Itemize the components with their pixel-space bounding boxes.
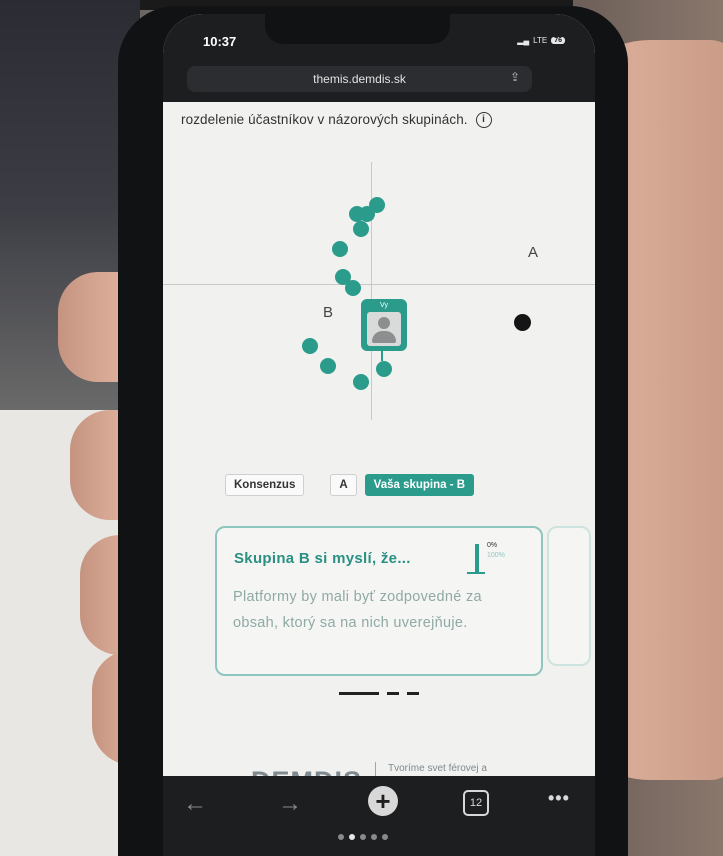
back-arrow-icon[interactable]: ←	[183, 790, 207, 818]
statement-card[interactable]: Skupina B si myslí, že... 0% 100% Platfo…	[215, 526, 543, 676]
participant-dot	[353, 374, 369, 390]
participant-dot	[353, 221, 369, 237]
status-time: 10:37	[203, 34, 237, 49]
page-dot	[338, 834, 344, 840]
statement-card-body: Platformy by mali byť zodpovedné za obsa…	[233, 589, 482, 631]
avatar-label: Vy	[380, 302, 388, 309]
browser-toolbar: ← → + 12 •••	[163, 776, 595, 856]
card-pager	[339, 692, 419, 695]
agreement-gauge-bar	[475, 544, 479, 574]
page-content: rozdelenie účastníkov v názorových skupi…	[163, 102, 595, 796]
user-icon-head	[378, 317, 390, 329]
participant-dot	[320, 358, 336, 374]
tab-consensus[interactable]: Konsenzus	[225, 474, 305, 496]
tabs-count-button[interactable]: 12	[463, 790, 489, 816]
tab-your-group-b[interactable]: Vaša skupina - B	[364, 474, 475, 496]
page-indicator-dots	[338, 834, 388, 840]
page-dot	[371, 834, 377, 840]
more-menu-icon[interactable]: •••	[548, 788, 570, 809]
page-title-text: rozdelenie účastníkov v názorových skupi…	[181, 112, 468, 127]
participant-dot	[376, 361, 392, 377]
tab-group-a[interactable]: A	[330, 474, 357, 496]
page-title: rozdelenie účastníkov v názorových skupi…	[181, 112, 492, 129]
group-b-label: B	[323, 304, 334, 321]
next-statement-card[interactable]	[547, 526, 591, 666]
avatar-pointer	[381, 347, 383, 361]
phone-notch	[265, 14, 450, 44]
group-a-label: A	[528, 244, 539, 261]
phone-screen: 10:37 ▂▄ LTE 76 ⧉ themis.demdis.sk ⇪ roz…	[163, 14, 595, 856]
signal-icon: ▂▄	[517, 36, 530, 45]
user-icon-body	[372, 331, 396, 343]
participant-dot	[302, 338, 318, 354]
pager-item[interactable]	[387, 692, 399, 695]
page-dot	[382, 834, 388, 840]
group-tabs: Konsenzus A Vaša skupina - B	[225, 474, 475, 496]
forward-arrow-icon[interactable]: →	[278, 790, 302, 818]
your-position-avatar[interactable]: Vy	[361, 299, 407, 351]
new-tab-plus-icon[interactable]: +	[368, 786, 398, 816]
status-icons: ▂▄ LTE 76	[517, 36, 565, 45]
page-dot	[360, 834, 366, 840]
participant-dot	[359, 206, 375, 222]
agreement-gauge-top-label: 0%	[487, 542, 498, 549]
participant-dot	[345, 280, 361, 296]
share-icon[interactable]: ⇪	[510, 70, 520, 84]
info-icon[interactable]: i	[475, 112, 492, 129]
pager-item[interactable]	[407, 692, 419, 695]
statement-card-title: Skupina B si myslí, že...	[234, 550, 411, 567]
network-label: LTE	[533, 36, 548, 45]
user-icon	[367, 312, 401, 346]
agreement-gauge-base	[467, 572, 485, 574]
group-a-marker	[514, 314, 531, 331]
url-bar[interactable]: themis.demdis.sk	[187, 66, 532, 92]
agreement-gauge-bottom-label: 100%	[487, 552, 505, 559]
opinion-map-horizontal-axis	[163, 284, 595, 285]
battery-icon: 76	[551, 37, 565, 44]
page-dot-active	[349, 834, 355, 840]
pager-active[interactable]	[339, 692, 379, 695]
participant-dot	[332, 241, 348, 257]
